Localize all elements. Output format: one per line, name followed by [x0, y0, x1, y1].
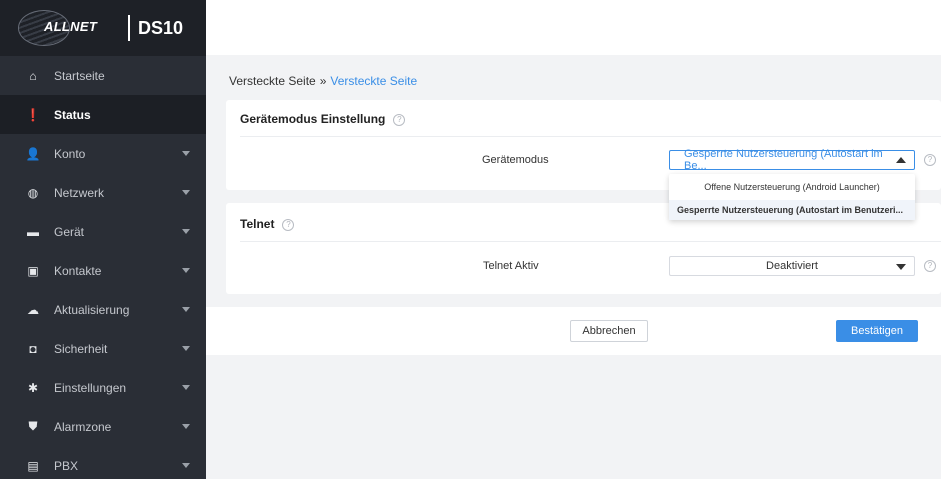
sidebar-item-kontakte[interactable]: ▣ Kontakte [0, 251, 206, 290]
chevron-down-icon [182, 229, 190, 234]
sidebar-item-aktualisierung[interactable]: ☁ Aktualisierung [0, 290, 206, 329]
breadcrumb-parent[interactable]: Versteckte Seite [229, 74, 316, 88]
sidebar-nav: ⌂ Startseite ❗ Status 👤 Konto ◍ Netzwerk ▬ Gerät ▣… [0, 56, 206, 479]
breadcrumb-separator: » [319, 74, 327, 88]
telnet-selected-value: Deaktiviert [766, 260, 818, 272]
help-icon[interactable]: ? [393, 113, 406, 126]
sidebar-item-alarmzone[interactable]: ⛊ Alarmzone [0, 407, 206, 446]
telnet-help-icon[interactable]: ? [924, 260, 936, 272]
cancel-button[interactable]: Abbrechen [570, 320, 648, 342]
action-bar: Abbrechen Bestätigen [206, 307, 941, 355]
sidebar-item-label: PBX [54, 458, 79, 473]
sidebar-item-pbx[interactable]: ▤ PBX [0, 446, 206, 479]
sidebar-item-einstellungen[interactable]: ✱ Einstellungen [0, 368, 206, 407]
chevron-down-icon [182, 307, 190, 312]
sidebar-item-label: Aktualisierung [54, 302, 130, 317]
device-model: DS10 [138, 17, 184, 38]
sidebar-item-status[interactable]: ❗ Status [0, 95, 206, 134]
allnet-logo: ALLNET [18, 8, 122, 48]
pbx-icon: ▤ [27, 458, 39, 473]
confirm-button[interactable]: Bestätigen [836, 320, 918, 342]
device-mode-selected-value: Gesperrte Nutzersteuerung (Autostart im … [684, 148, 883, 172]
sidebar-item-label: Startseite [54, 68, 105, 83]
shield-icon: ◘ [29, 341, 37, 356]
device-mode-select[interactable]: Gesperrte Nutzersteuerung (Autostart im … [669, 148, 915, 172]
divider [240, 241, 941, 242]
device-mode-option-locked[interactable]: Gesperrte Nutzersteuerung (Autostart im … [669, 200, 915, 220]
device-mode-help-icon[interactable]: ? [924, 154, 936, 166]
chevron-down-icon [182, 385, 190, 390]
alarm-shield-icon: ⛊ [28, 419, 38, 433]
chevron-down-icon [182, 190, 190, 195]
breadcrumb: Versteckte Seite» Versteckte Seite [229, 74, 417, 88]
chevron-down-icon [182, 346, 190, 351]
chevron-down-icon [182, 268, 190, 273]
sidebar-item-konto[interactable]: 👤 Konto [0, 134, 206, 173]
breadcrumb-current[interactable]: Versteckte Seite [330, 74, 417, 88]
logo-text: ALLNET [44, 19, 98, 34]
monitor-icon: ▬ [27, 224, 39, 239]
help-icon[interactable]: ? [282, 218, 295, 231]
gear-icon: ✱ [27, 380, 39, 395]
brand-logo[interactable]: ALLNET DS10 [0, 0, 206, 56]
sidebar-item-sicherheit[interactable]: ◘ Sicherheit [0, 329, 206, 368]
sidebar-item-ger-t[interactable]: ▬ Gerät [0, 212, 206, 251]
sidebar-item-label: Einstellungen [54, 380, 127, 395]
device-mode-option-open[interactable]: Offene Nutzersteuerung (Android Launcher… [669, 177, 915, 197]
logo-divider [128, 15, 130, 41]
divider [240, 136, 941, 137]
top-bar [206, 0, 941, 55]
device-mode-dropdown: Offene Nutzersteuerung (Android Launcher… [669, 174, 915, 220]
telnet-title-text: Telnet [240, 217, 275, 231]
caret-up-icon [896, 157, 906, 163]
device-mode-label: Gerätemodus [482, 154, 549, 166]
device-mode-title: Gerätemodus Einstellung? [240, 112, 406, 126]
chevron-down-icon [182, 424, 190, 429]
sidebar-item-label: Kontakte [54, 263, 102, 278]
telnet-active-select[interactable]: Deaktiviert [669, 256, 915, 276]
device-mode-title-text: Gerätemodus Einstellung [240, 112, 386, 126]
chevron-down-icon [182, 463, 190, 468]
sidebar-item-label: Konto [54, 146, 86, 161]
sidebar-item-netzwerk[interactable]: ◍ Netzwerk [0, 173, 206, 212]
globe-icon: ◍ [27, 185, 39, 200]
contacts-icon: ▣ [27, 263, 39, 278]
sidebar-item-label: Status [54, 107, 91, 122]
sidebar-item-startseite[interactable]: ⌂ Startseite [0, 56, 206, 95]
user-icon: 👤 [25, 146, 41, 161]
chevron-down-icon [182, 151, 190, 156]
chevron-down-icon [896, 264, 906, 270]
sidebar-item-label: Netzwerk [54, 185, 105, 200]
sidebar: ALLNET DS10 ⌂ Startseite ❗ Status 👤 Konto ◍ Net… [0, 0, 206, 479]
sidebar-item-label: Alarmzone [54, 419, 112, 434]
sidebar-item-label: Sicherheit [54, 341, 108, 356]
telnet-title: Telnet? [240, 217, 295, 231]
sidebar-item-label: Gerät [54, 224, 85, 239]
home-icon: ⌂ [29, 68, 37, 83]
telnet-active-label: Telnet Aktiv [483, 260, 539, 272]
alert-circle-icon: ❗ [25, 107, 41, 122]
cloud-upload-icon: ☁ [27, 302, 39, 317]
